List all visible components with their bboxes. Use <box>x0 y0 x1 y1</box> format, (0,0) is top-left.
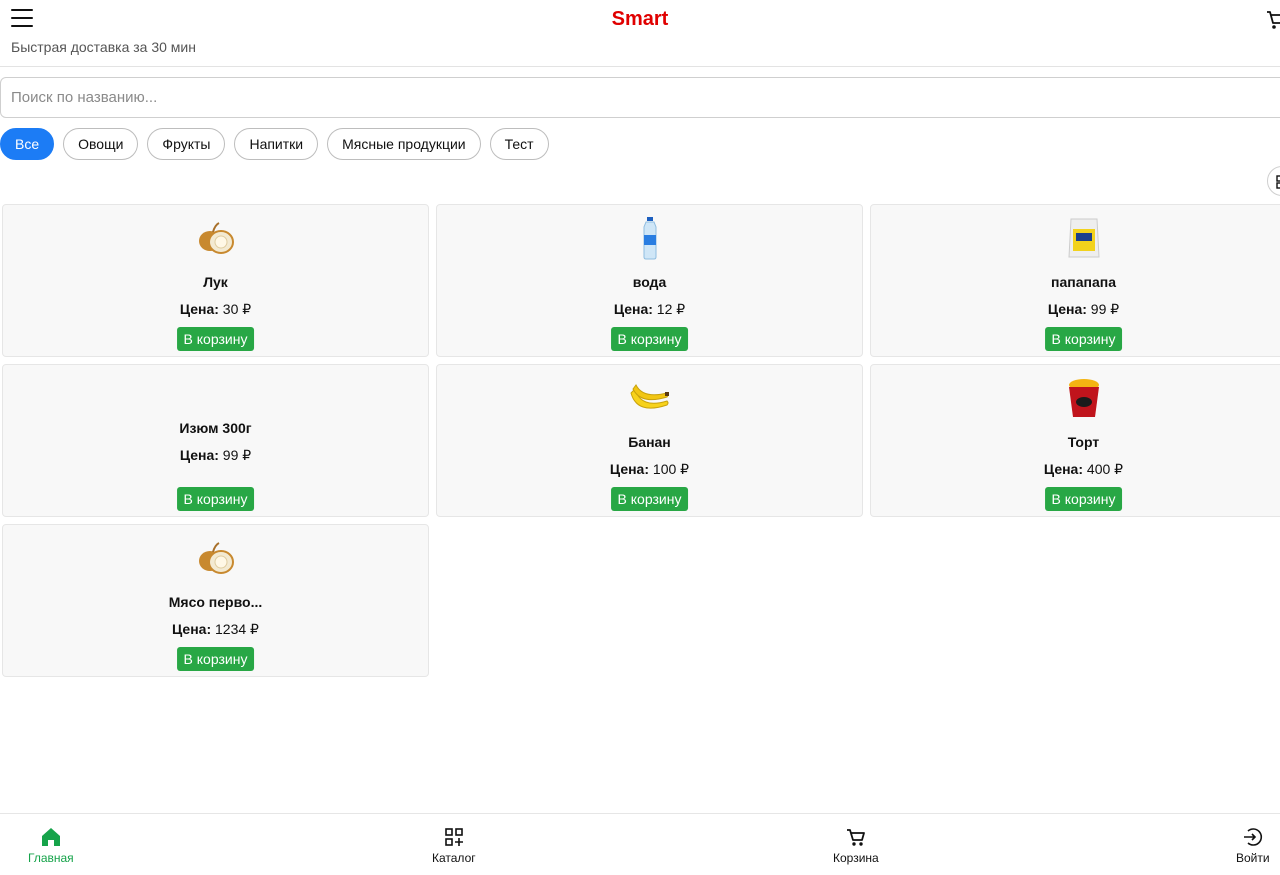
price-label: Цена: <box>1047 301 1087 317</box>
cart-icon <box>846 829 865 846</box>
header: Smart Быстрая доставка за 30 мин <box>0 0 1280 67</box>
product-price: Цена: 1234 ₽ <box>3 621 428 638</box>
nav-home-label: Главная <box>28 851 74 865</box>
price-label: Цена: <box>179 447 219 463</box>
tagline: Быстрая доставка за 30 мин <box>11 39 196 55</box>
nav-home[interactable]: Главная <box>28 826 74 865</box>
onion-image <box>193 535 239 581</box>
brand-title: Smart <box>611 8 669 30</box>
product-name: Лук <box>203 274 228 290</box>
price-value: 1234 <box>215 621 247 637</box>
price-value: 400 <box>1086 461 1111 477</box>
product-name: папапапа <box>1051 274 1116 290</box>
price-value: 100 <box>652 461 677 477</box>
onion-image <box>193 215 239 261</box>
banana-image <box>627 375 673 421</box>
product-card[interactable]: Банан Цена: 100 ₽ В корзину <box>436 364 863 517</box>
add-to-cart-button[interactable]: В корзину <box>176 647 255 671</box>
add-to-cart-button[interactable]: В корзину <box>1044 327 1123 351</box>
category-chip[interactable]: Напитки <box>234 128 319 160</box>
home-icon <box>41 828 60 846</box>
currency-symbol: ₽ <box>676 301 686 317</box>
add-to-cart-button[interactable]: В корзину <box>610 487 689 511</box>
product-price: Цена: 100 ₽ <box>437 461 862 478</box>
product-price: Цена: 30 ₽ <box>3 301 428 318</box>
product-name: Банан <box>628 434 671 450</box>
category-chip[interactable]: Мясные продукции <box>327 128 481 160</box>
grid-view-icon[interactable] <box>1267 166 1280 196</box>
product-card[interactable]: вода Цена: 12 ₽ В корзину <box>436 204 863 357</box>
category-chip[interactable]: Овощи <box>63 128 139 160</box>
product-card[interactable]: Мясо перво... Цена: 1234 ₽ В корзину <box>2 524 429 677</box>
add-to-cart-button[interactable]: В корзину <box>1044 487 1123 511</box>
nav-login-label: Войти <box>1236 851 1270 865</box>
rice-bag-image <box>1061 215 1107 261</box>
currency-symbol: ₽ <box>250 621 259 637</box>
nav-login[interactable]: Войти <box>1236 826 1270 865</box>
product-price: Цена: 99 ₽ <box>3 447 428 464</box>
search-input[interactable] <box>0 77 1280 118</box>
currency-symbol: ₽ <box>242 447 252 463</box>
price-label: Цена: <box>1043 461 1084 477</box>
price-value: 99 <box>222 447 239 463</box>
product-price: Цена: 12 ₽ <box>437 301 862 318</box>
product-name: Торт <box>1067 434 1100 450</box>
currency-symbol: ₽ <box>680 461 690 477</box>
catalog-icon <box>445 828 463 846</box>
price-value: 30 <box>222 301 239 317</box>
price-label: Цена: <box>613 301 653 317</box>
add-to-cart-button[interactable]: В корзину <box>176 487 255 511</box>
add-to-cart-button[interactable]: В корзину <box>176 327 255 351</box>
nav-cart-label: Корзина <box>833 851 879 865</box>
product-name: Изюм 300г <box>179 420 252 436</box>
product-card[interactable]: Изюм 300г Цена: 99 ₽ В корзину <box>2 364 429 517</box>
product-card[interactable]: Лук Цена: 30 ₽ В корзину <box>2 204 429 357</box>
nav-catalog[interactable]: Каталог <box>432 826 476 865</box>
product-name: вода <box>632 274 667 290</box>
add-to-cart-button[interactable]: В корзину <box>610 327 689 351</box>
login-icon <box>1243 828 1262 846</box>
water-bottle-image <box>627 215 673 261</box>
product-card[interactable]: Торт Цена: 400 ₽ В корзину <box>870 364 1280 517</box>
price-label: Цена: <box>172 621 212 637</box>
price-label: Цена: <box>179 301 219 317</box>
category-chip[interactable]: Тест <box>489 128 549 160</box>
product-price: Цена: 400 ₽ <box>871 461 1280 478</box>
price-value: 99 <box>1090 301 1107 317</box>
product-name: Мясо перво... <box>168 594 263 610</box>
page: Smart Быстрая доставка за 30 мин ВсеОвощ… <box>0 0 1280 875</box>
product-grid: Лук Цена: 30 ₽ В корзину вода Цена: 12 ₽ В ко… <box>2 204 1280 677</box>
product-card[interactable]: папапапа Цена: 99 ₽ В корзину <box>870 204 1280 357</box>
cart-icon[interactable] <box>1266 9 1280 31</box>
currency-symbol: ₽ <box>242 301 252 317</box>
bottom-navigation: Главная Каталог Корзина Войти <box>0 813 1280 875</box>
category-chips: Все Овощи Фрукты Напитки Мясные продукции Тес… <box>0 128 549 160</box>
currency-symbol: ₽ <box>1110 301 1120 317</box>
nav-catalog-label: Каталог <box>432 851 476 865</box>
product-price: Цена: 99 ₽ <box>871 301 1280 318</box>
price-label: Цена: <box>609 461 650 477</box>
category-chip[interactable]: Фрукты <box>147 128 226 160</box>
price-value: 12 <box>656 301 673 317</box>
category-chip[interactable]: Все <box>0 128 55 160</box>
nav-cart[interactable]: Корзина <box>833 826 879 865</box>
currency-symbol: ₽ <box>1114 461 1124 477</box>
dessert-cup-image <box>1061 375 1107 421</box>
